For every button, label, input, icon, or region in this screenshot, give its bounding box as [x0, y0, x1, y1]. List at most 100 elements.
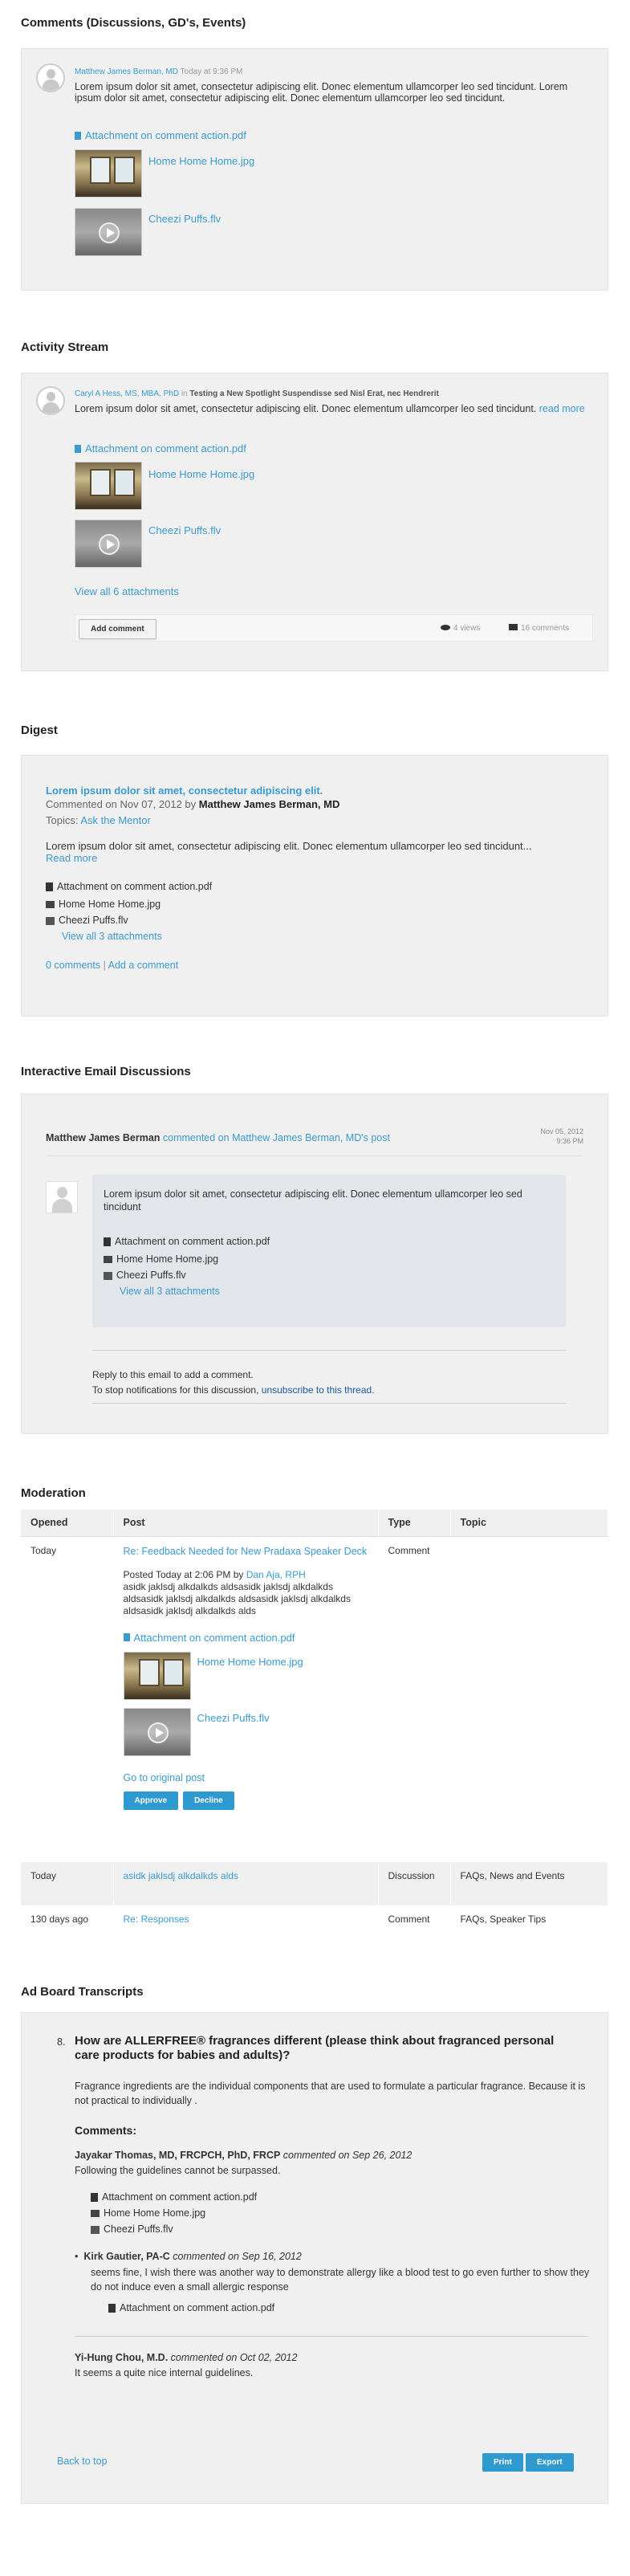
comment-2-attachment-pdf[interactable]: Attachment on comment action.pdf [108, 2302, 274, 2313]
email-author: Matthew James Berman [46, 1132, 161, 1143]
comment-author-link[interactable]: Matthew James Berman, MD [75, 67, 178, 76]
post-meta: Posted Today at 2:06 PM by Dan Aja, RPH [123, 1568, 306, 1580]
video-link[interactable]: Cheezi Puffs.flv [197, 1712, 270, 1724]
comments-count-link[interactable]: 0 comments [46, 960, 100, 971]
image-link[interactable]: Home Home Home.jpg [148, 155, 254, 167]
post-link[interactable]: asidk jaklsdj alkdalkds alds [124, 1870, 238, 1881]
email-comment-box: Lorem ipsum dolor sit amet, consectetur … [92, 1175, 566, 1327]
view-all-attachments-link[interactable]: View all 3 attachments [62, 931, 162, 942]
moderation-section-title: Moderation [21, 1486, 86, 1500]
film-icon [91, 2225, 100, 2234]
avatar [46, 1181, 78, 1213]
divider [92, 1350, 566, 1351]
attachment-link[interactable]: Attachment on comment action.pdf [75, 129, 246, 141]
post-link[interactable]: Re: Feedback Needed for New Pradaxa Spea… [124, 1545, 368, 1558]
activity-meta: Caryl A Hess, MS, MBA, PhD in Testing a … [75, 389, 439, 398]
avatar[interactable] [36, 386, 65, 415]
col-header-post[interactable]: Post [113, 1510, 379, 1537]
add-comment-button[interactable]: Add comment [79, 619, 156, 639]
comment-1-attachment-image[interactable]: Home Home Home.jpg [91, 2207, 205, 2219]
file-icon [104, 1237, 111, 1247]
cell-opened: Today [21, 1536, 114, 1862]
col-header-opened[interactable]: Opened [21, 1510, 114, 1537]
email-panel: Matthew James Berman commented on Matthe… [21, 1094, 608, 1434]
export-button[interactable]: Export [526, 2453, 574, 2472]
read-more-link[interactable]: read more [539, 403, 585, 414]
video-thumbnail[interactable] [123, 1707, 191, 1756]
comment-time: Today at 9:36 PM [180, 67, 243, 76]
cell-type: Comment [378, 1536, 451, 1862]
file-icon [108, 2304, 116, 2313]
digest-attachment-pdf[interactable]: Attachment on comment action.pdf [46, 881, 212, 892]
email-timestamp: Nov 05, 2012 9:36 PM [540, 1127, 583, 1145]
go-to-original-post-link[interactable]: Go to original post [124, 1772, 368, 1783]
print-button[interactable]: Print [482, 2453, 523, 2472]
attachment-link[interactable]: Attachment on comment action.pdf [123, 1632, 368, 1644]
video-thumbnail[interactable] [75, 208, 142, 256]
digest-headline[interactable]: Lorem ipsum dolor sit amet, consectetur … [46, 785, 323, 797]
activity-author-link[interactable]: Caryl A Hess, MS, MBA, PhD [75, 389, 179, 398]
add-comment-link[interactable]: Add a comment [108, 960, 179, 971]
table-row: 130 days ago Re: Responses Comment FAQs,… [21, 1906, 608, 1934]
digest-panel: Lorem ipsum dolor sit amet, consectetur … [21, 755, 608, 1017]
video-link[interactable]: Cheezi Puffs.flv [148, 524, 221, 536]
film-icon [104, 1271, 112, 1280]
cell-topic: FAQs, Speaker Tips [450, 1906, 608, 1934]
digest-attachment-image[interactable]: Home Home Home.jpg [46, 899, 161, 910]
cell-opened: 130 days ago [21, 1906, 114, 1934]
file-icon [75, 131, 81, 140]
comment-1-meta: Jayakar Thomas, MD, FRCPCH, PhD, FRCP co… [75, 2150, 413, 2161]
email-attachment-pdf[interactable]: Attachment on comment action.pdf [104, 1236, 270, 1247]
adboard-panel: 8. How are ALLERFREE® fragrances differe… [21, 2012, 608, 2504]
activity-footer: Add comment 4 views 16 comments [75, 614, 593, 642]
image-link[interactable]: Home Home Home.jpg [148, 468, 254, 480]
image-link[interactable]: Home Home Home.jpg [197, 1656, 303, 1668]
col-header-type[interactable]: Type [378, 1510, 451, 1537]
view-all-attachments-link[interactable]: View all 3 attachments [120, 1286, 220, 1297]
file-icon [91, 2193, 98, 2203]
back-to-top-link[interactable]: Back to top [57, 2456, 108, 2467]
activity-text: Lorem ipsum dolor sit amet, consectetur … [75, 403, 585, 414]
comments-label: Comments: [75, 2124, 137, 2137]
col-header-topic[interactable]: Topic [450, 1510, 608, 1537]
comment-1-attachment-pdf[interactable]: Attachment on comment action.pdf [91, 2191, 257, 2203]
view-all-attachments-link[interactable]: View all 6 attachments [75, 585, 179, 597]
cell-opened: Today [21, 1862, 114, 1906]
comment-3-text: It seems a quite nice internal guideline… [75, 2367, 254, 2378]
file-icon [46, 882, 53, 892]
post-link[interactable]: Re: Responses [124, 1914, 189, 1925]
image-thumbnail[interactable] [123, 1651, 191, 1700]
avatar[interactable] [36, 63, 65, 92]
unsubscribe-link[interactable]: unsubscribe to this thread. [262, 1384, 375, 1396]
adboard-section-title: Ad Board Transcripts [21, 1985, 144, 1999]
play-icon[interactable] [147, 1722, 169, 1743]
email-comment-text: Lorem ipsum dolor sit amet, consectetur … [104, 1188, 522, 1213]
attachment-link[interactable]: Attachment on comment action.pdf [75, 442, 246, 454]
approve-button[interactable]: Approve [123, 1791, 179, 1810]
answer-text: Fragrance ingredients are the individual… [75, 2081, 586, 2106]
comments-count[interactable]: 16 comments [509, 624, 569, 633]
image-thumbnail[interactable] [75, 149, 142, 198]
digest-commented: Commented on Nov 07, 2012 by Matthew Jam… [46, 798, 340, 810]
author-link[interactable]: Dan Aja, RPH [246, 1569, 306, 1580]
image-thumbnail[interactable] [75, 462, 142, 510]
comment-bubble-icon [509, 624, 518, 630]
topic-link[interactable]: Ask the Mentor [80, 814, 150, 826]
play-icon[interactable] [99, 534, 120, 555]
image-icon [91, 2210, 100, 2218]
email-attachment-image[interactable]: Home Home Home.jpg [104, 1253, 218, 1265]
play-icon[interactable] [99, 222, 120, 243]
digest-attachment-video[interactable]: Cheezi Puffs.flv [46, 915, 128, 926]
decline-button[interactable]: Decline [183, 1791, 234, 1810]
activity-target[interactable]: Testing a New Spotlight Suspendisse sed … [189, 389, 438, 398]
email-attachment-video[interactable]: Cheezi Puffs.flv [104, 1270, 186, 1281]
read-more-link[interactable]: Read more [46, 852, 97, 864]
comment-1-attachment-video[interactable]: Cheezi Puffs.flv [91, 2223, 173, 2235]
video-thumbnail[interactable] [75, 520, 142, 568]
table-row: Today Re: Feedback Needed for New Pradax… [21, 1536, 608, 1862]
activity-panel: Caryl A Hess, MS, MBA, PhD in Testing a … [21, 373, 608, 671]
comment-2-meta: • Kirk Gautier, PA-C commented on Sep 16… [75, 2251, 302, 2262]
comment-text: Lorem ipsum dolor sit amet, consectetur … [75, 81, 568, 104]
post-text: asidk jaklsdj alkdalkds aldsasidk jaklsd… [123, 1580, 351, 1616]
video-link[interactable]: Cheezi Puffs.flv [148, 213, 221, 225]
